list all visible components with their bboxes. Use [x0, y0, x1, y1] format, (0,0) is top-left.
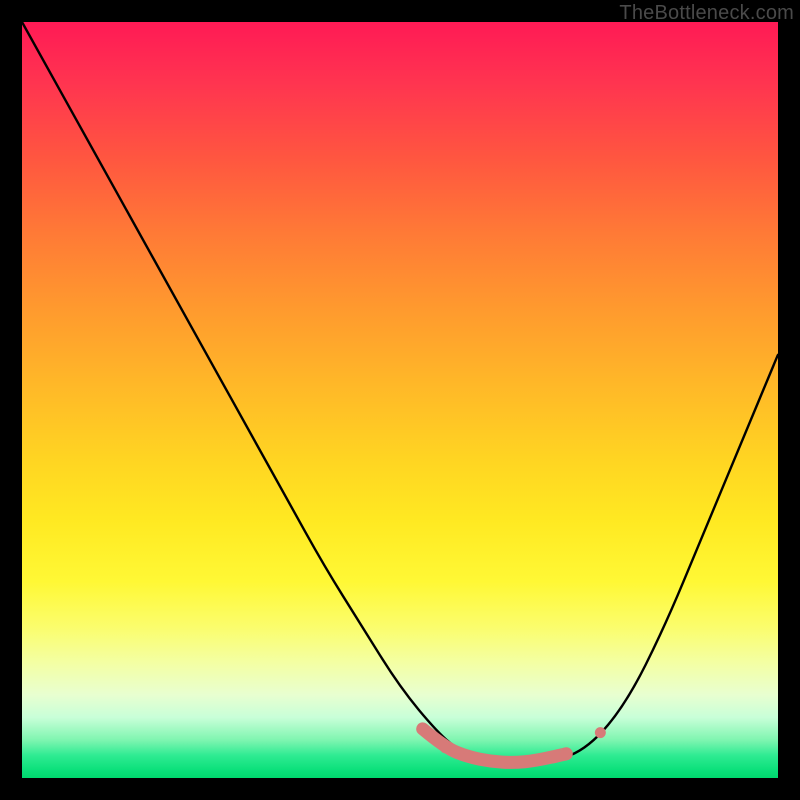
marker-left-flat-start [417, 723, 428, 734]
plot-area [22, 22, 778, 778]
curve-layer [22, 22, 778, 778]
marker-flat-2 [463, 751, 474, 762]
marker-flat-3 [485, 756, 496, 767]
marker-right-flat-end [561, 748, 572, 759]
chart-stage: TheBottleneck.com [0, 0, 800, 800]
markers-group [417, 723, 606, 768]
marker-right-up-dot [595, 727, 606, 738]
marker-flat-4 [508, 757, 519, 768]
bottleneck-curve [22, 22, 778, 763]
marker-flat-5 [531, 755, 542, 766]
marker-flat-1 [440, 742, 451, 753]
